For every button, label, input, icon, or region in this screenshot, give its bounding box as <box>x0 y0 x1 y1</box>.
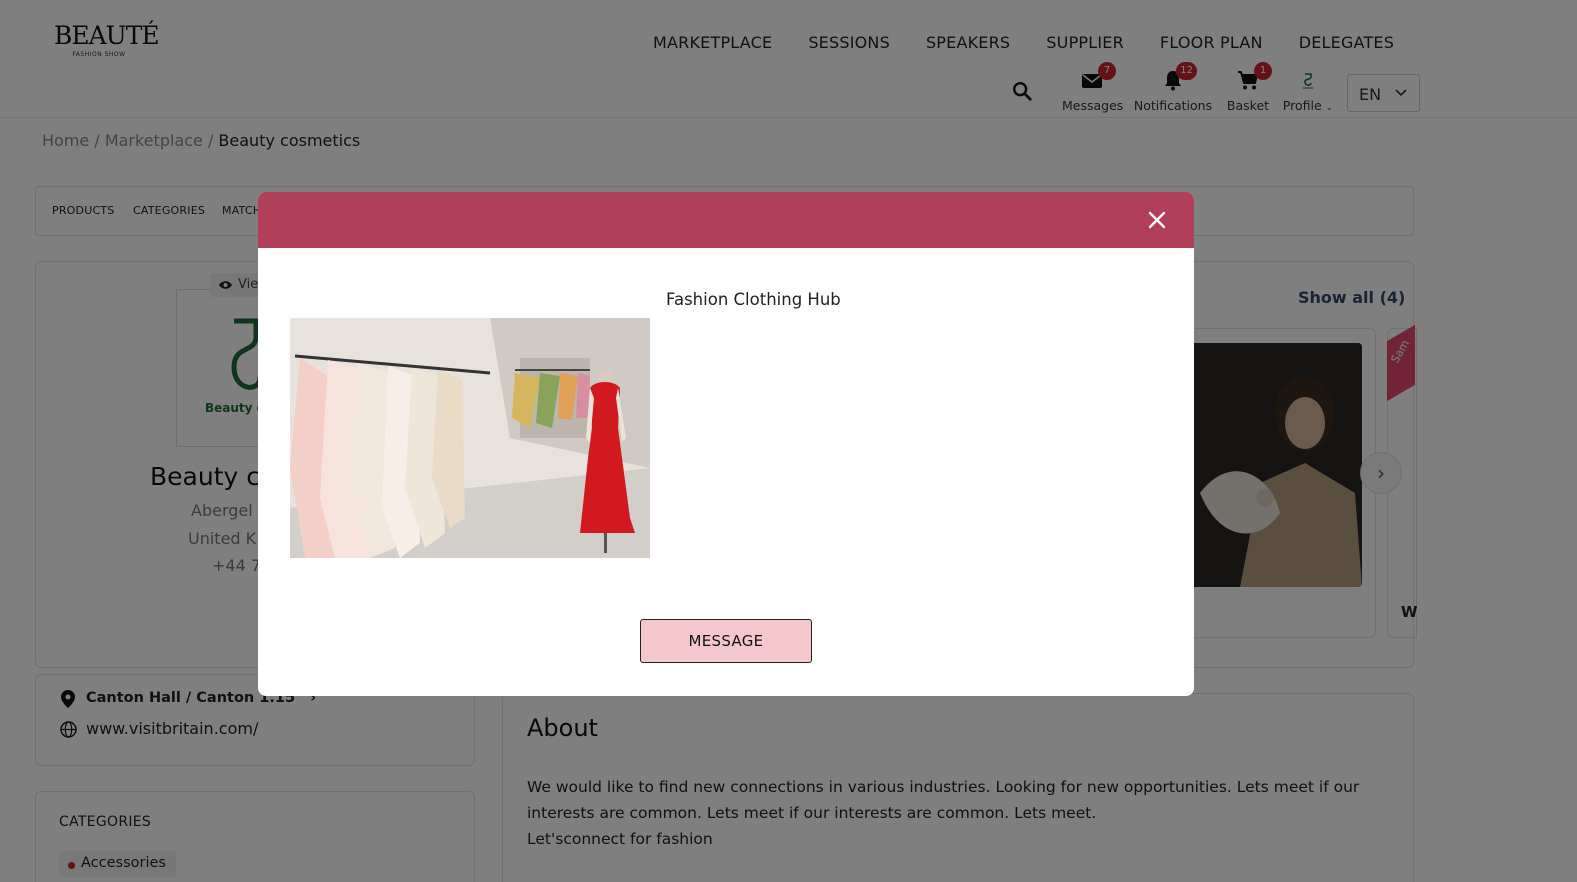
showroom-photo <box>290 318 650 558</box>
modal-header <box>258 192 1194 248</box>
message-button[interactable]: MESSAGE <box>640 619 812 663</box>
close-icon[interactable] <box>1146 209 1168 231</box>
showroom-image <box>290 318 650 558</box>
modal-caption: Fashion Clothing Hub <box>666 290 841 309</box>
image-modal: Fashion Clothing Hub MESSAGE <box>258 192 1194 696</box>
